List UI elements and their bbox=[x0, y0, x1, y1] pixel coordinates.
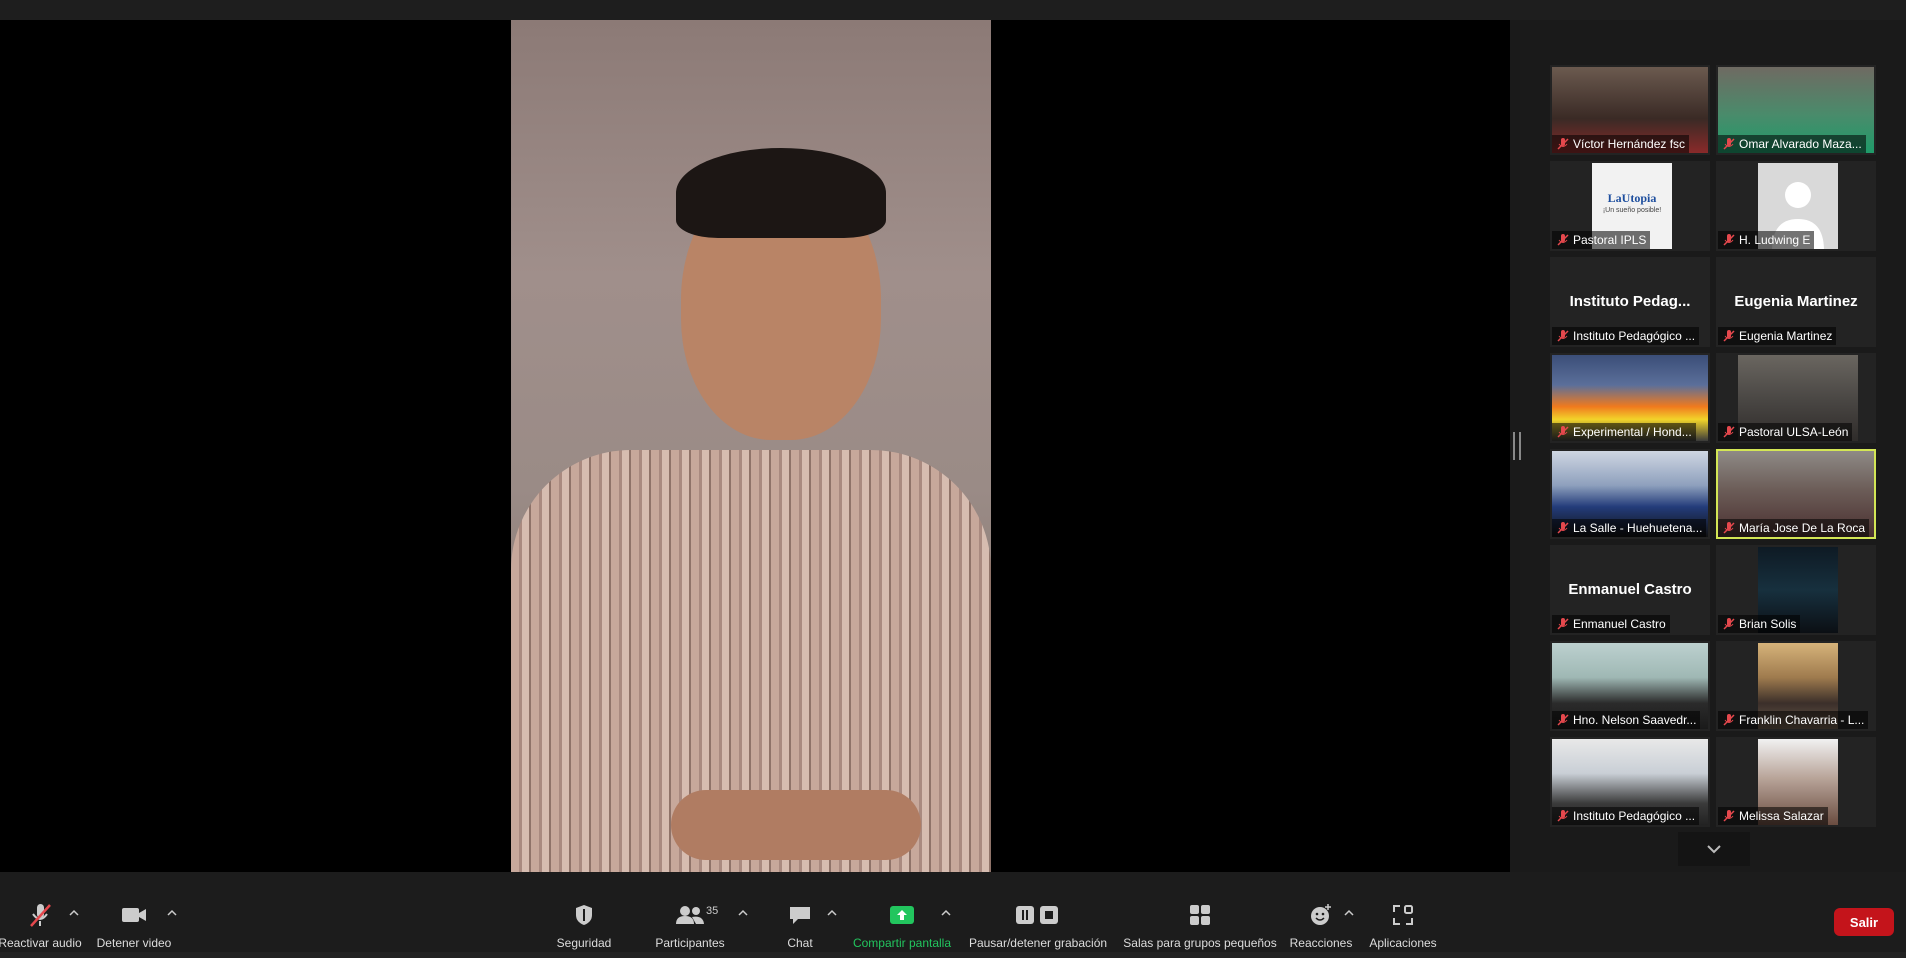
participant-label: H. Ludwing E bbox=[1718, 231, 1815, 249]
participant-label: Hno. Nelson Saavedr... bbox=[1552, 711, 1701, 729]
muted-mic-icon bbox=[1556, 329, 1570, 343]
microphone-muted-icon bbox=[30, 904, 51, 927]
pause-stop-recording-button[interactable]: Pausar/detener grabación bbox=[964, 872, 1112, 950]
participant-label: Pastoral IPLS bbox=[1552, 231, 1651, 249]
active-speaker-stage bbox=[0, 20, 1510, 872]
share-options-caret-icon[interactable] bbox=[941, 908, 951, 918]
participant-label: María Jose De La Roca bbox=[1718, 519, 1870, 537]
participant-display-name: Eugenia Martinez bbox=[1734, 293, 1858, 310]
apps-button[interactable]: Aplicaciones bbox=[1363, 872, 1443, 950]
participant-label: Experimental / Hond... bbox=[1552, 423, 1696, 441]
participants-options-caret-icon[interactable] bbox=[738, 908, 748, 918]
video-camera-icon bbox=[122, 908, 146, 922]
muted-mic-icon bbox=[1556, 233, 1570, 247]
meeting-toolbar: Reactivar audio Detener video Seguridad … bbox=[0, 872, 1906, 958]
participant-display-name: Enmanuel Castro bbox=[1568, 581, 1692, 598]
participant-tile[interactable]: Melissa Salazar bbox=[1716, 737, 1876, 827]
participant-tile[interactable]: Franklin Chavarria - L... bbox=[1716, 641, 1876, 731]
participant-tile-active-speaker[interactable]: María Jose De La Roca bbox=[1716, 449, 1876, 539]
participant-label: Pastoral ULSA-León bbox=[1718, 423, 1853, 441]
participant-tile[interactable]: Brian Solis bbox=[1716, 545, 1876, 635]
participant-tile[interactable]: Pastoral ULSA-León bbox=[1716, 353, 1876, 443]
participant-tile[interactable]: Eugenia Martinez Eugenia Martinez bbox=[1716, 257, 1876, 347]
participant-tile[interactable]: Hno. Nelson Saavedr... bbox=[1550, 641, 1710, 731]
participant-label: Melissa Salazar bbox=[1718, 807, 1828, 825]
participant-label: Instituto Pedagógico ... bbox=[1552, 327, 1700, 345]
participants-icon bbox=[676, 906, 704, 924]
participant-tile[interactable]: LaUtopia ¡Un sueño posible! Pastoral IPL… bbox=[1550, 161, 1710, 251]
participant-tile[interactable]: Experimental / Hond... bbox=[1550, 353, 1710, 443]
muted-mic-icon bbox=[1722, 329, 1736, 343]
breakout-rooms-icon bbox=[1190, 905, 1210, 925]
participant-label: Brian Solis bbox=[1718, 615, 1801, 633]
shield-icon bbox=[576, 905, 592, 925]
muted-mic-icon bbox=[1556, 617, 1570, 631]
participant-label: La Salle - Huehuetena... bbox=[1552, 519, 1707, 537]
share-screen-icon bbox=[890, 906, 914, 924]
chevron-down-icon bbox=[1707, 845, 1721, 854]
participant-tile[interactable]: Instituto Pedagógico ... bbox=[1550, 737, 1710, 827]
unmute-audio-button[interactable]: Reactivar audio bbox=[0, 872, 82, 950]
participant-tile[interactable]: H. Ludwing E bbox=[1716, 161, 1876, 251]
participant-label: Instituto Pedagógico ... bbox=[1552, 807, 1700, 825]
apps-icon bbox=[1393, 905, 1413, 925]
leave-meeting-button[interactable]: Salir bbox=[1834, 908, 1894, 936]
muted-mic-icon bbox=[1722, 521, 1736, 535]
muted-mic-icon bbox=[1556, 425, 1570, 439]
muted-mic-icon bbox=[1556, 809, 1570, 823]
participant-tile[interactable]: Omar Alvarado Maza... bbox=[1716, 65, 1876, 155]
smiley-plus-icon bbox=[1311, 904, 1331, 925]
reactions-options-caret-icon[interactable] bbox=[1344, 908, 1354, 918]
muted-mic-icon bbox=[1722, 425, 1736, 439]
participant-tile[interactable]: Instituto Pedag... Instituto Pedagógico … bbox=[1550, 257, 1710, 347]
muted-mic-icon bbox=[1722, 137, 1736, 151]
muted-mic-icon bbox=[1556, 713, 1570, 727]
participant-tile[interactable]: Víctor Hernández fsc bbox=[1550, 65, 1710, 155]
active-speaker-video bbox=[511, 20, 991, 872]
chat-bubble-icon bbox=[790, 907, 810, 924]
participant-label: Enmanuel Castro bbox=[1552, 615, 1670, 633]
participants-count: 35 bbox=[706, 905, 719, 917]
participant-display-name: Instituto Pedag... bbox=[1569, 293, 1691, 310]
panel-resize-handle[interactable] bbox=[1513, 432, 1521, 460]
muted-mic-icon bbox=[1722, 233, 1736, 247]
muted-mic-icon bbox=[1722, 617, 1736, 631]
chat-options-caret-icon[interactable] bbox=[827, 908, 837, 918]
stop-video-button[interactable]: Detener video bbox=[94, 872, 174, 950]
participant-label: Franklin Chavarria - L... bbox=[1718, 711, 1869, 729]
gallery-next-page-button[interactable] bbox=[1678, 832, 1750, 866]
security-button[interactable]: Seguridad bbox=[544, 872, 624, 950]
participant-label: Eugenia Martinez bbox=[1718, 327, 1837, 345]
muted-mic-icon bbox=[1722, 713, 1736, 727]
audio-options-caret-icon[interactable] bbox=[69, 908, 79, 918]
participant-tile[interactable]: La Salle - Huehuetena... bbox=[1550, 449, 1710, 539]
muted-mic-icon bbox=[1722, 809, 1736, 823]
participant-tile[interactable]: Enmanuel Castro Enmanuel Castro bbox=[1550, 545, 1710, 635]
breakout-rooms-button[interactable]: Salas para grupos pequeños bbox=[1122, 872, 1278, 950]
video-options-caret-icon[interactable] bbox=[167, 908, 177, 918]
muted-mic-icon bbox=[1556, 521, 1570, 535]
window-top-bar bbox=[0, 0, 1906, 20]
participant-label: Víctor Hernández fsc bbox=[1552, 135, 1690, 153]
muted-mic-icon bbox=[1556, 137, 1570, 151]
pause-stop-icon bbox=[1016, 906, 1058, 924]
participant-label: Omar Alvarado Maza... bbox=[1718, 135, 1866, 153]
